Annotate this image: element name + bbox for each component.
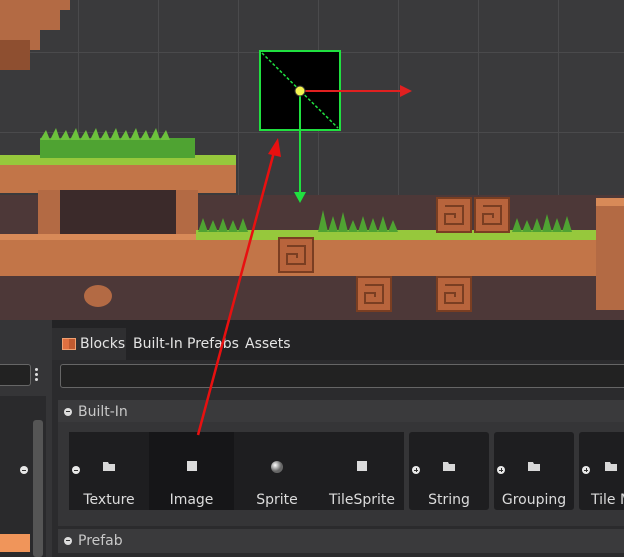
section-built-in-label: Built-In <box>78 404 128 420</box>
section-built-in-header[interactable]: Built-In <box>58 400 624 424</box>
section-prefab-label: Prefab <box>78 533 123 549</box>
block-string-label: String <box>428 492 470 508</box>
block-image[interactable]: Image <box>149 432 234 510</box>
folder-icon <box>442 460 456 476</box>
left-panel-scrollbar[interactable] <box>33 420 43 557</box>
texture-group-collapse-icon[interactable] <box>20 466 28 474</box>
block-image-label: Image <box>169 492 214 508</box>
texture-group-collapse-icon[interactable] <box>72 466 80 474</box>
boulder <box>84 285 112 307</box>
left-panel-search-input[interactable] <box>0 364 31 386</box>
collapse-icon[interactable] <box>64 536 72 545</box>
folder-icon <box>527 460 541 476</box>
tab-built-in-label: Built-In <box>133 336 183 352</box>
tab-blocks[interactable]: Blocks <box>52 328 126 360</box>
tile-m-expand-icon[interactable] <box>582 466 590 474</box>
square-icon <box>356 460 368 476</box>
tab-built-in[interactable]: Built-In <box>133 328 183 360</box>
scene-viewport[interactable] <box>0 0 624 320</box>
block-tilesprite[interactable]: TileSprite <box>320 432 404 510</box>
tab-assets-label: Assets <box>245 336 291 352</box>
folder-icon <box>604 460 618 476</box>
block-tile-m-label: Tile M <box>591 492 624 508</box>
section-prefab-header[interactable]: Prefab <box>58 529 624 553</box>
blocks-search-input[interactable] <box>60 364 624 388</box>
block-tilesprite-label: TileSprite <box>328 492 396 508</box>
rock-top-left <box>0 0 70 70</box>
block-sprite[interactable]: Sprite <box>235 432 319 510</box>
block-sprite-label: Sprite <box>256 492 298 508</box>
sphere-icon <box>270 460 284 478</box>
tab-prefabs-label: Prefabs <box>187 336 239 352</box>
string-expand-icon[interactable] <box>412 466 420 474</box>
grouping-expand-icon[interactable] <box>497 466 505 474</box>
tab-blocks-label: Blocks <box>80 336 126 352</box>
tab-assets[interactable]: Assets <box>245 328 291 360</box>
kebab-menu-icon[interactable] <box>35 368 39 382</box>
block-grouping[interactable]: Grouping <box>494 432 574 510</box>
x-axis-arrowhead-icon[interactable] <box>400 85 412 97</box>
panel-tab-bar: Blocks Built-In Prefabs Assets <box>52 320 624 360</box>
blocks-panel: Blocks Built-In Prefabs Assets Built-In … <box>20 320 624 557</box>
blocks-icon <box>62 338 76 350</box>
tab-prefabs[interactable]: Prefabs <box>187 328 239 360</box>
block-texture[interactable]: Texture <box>69 432 149 510</box>
collapse-icon[interactable] <box>64 407 72 416</box>
level-canvas[interactable] <box>0 0 624 320</box>
gizmo-center-handle[interactable] <box>294 85 306 97</box>
block-grouping-label: Grouping <box>501 492 567 508</box>
folder-icon <box>102 460 116 476</box>
selected-list-item[interactable] <box>0 534 30 552</box>
block-texture-label: Texture <box>83 492 135 508</box>
block-string[interactable]: String <box>409 432 489 510</box>
left-panel <box>0 320 53 557</box>
square-icon <box>186 460 198 476</box>
